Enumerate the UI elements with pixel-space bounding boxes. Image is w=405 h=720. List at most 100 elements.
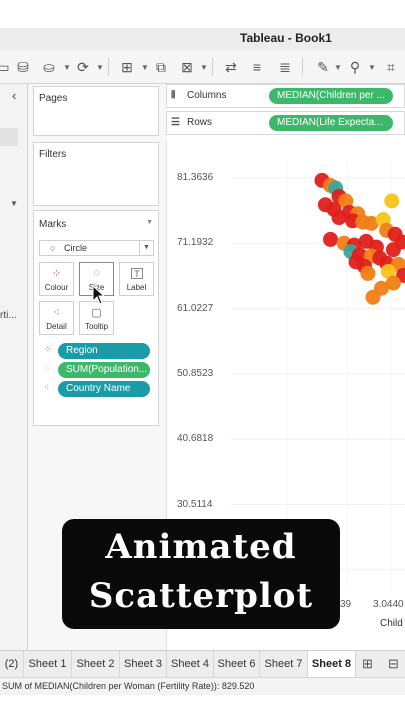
clear-sheet-icon[interactable]: ⊠ <box>178 58 196 76</box>
colour-dots-icon: ⁘ <box>51 268 62 280</box>
rows-shelf[interactable]: ☰ Rows MEDIAN(Life Expecta... <box>166 111 405 135</box>
chevron-down-icon[interactable]: ▼ <box>96 63 104 72</box>
chevron-down-icon[interactable]: ▼ <box>200 63 208 72</box>
tab-sheet-8[interactable]: Sheet 8 <box>308 651 356 677</box>
region-pill[interactable]: Region <box>58 343 150 359</box>
mark-type-label: Circle <box>64 243 88 253</box>
window-title: Tableau - Book1 <box>240 31 332 45</box>
rows-pill[interactable]: MEDIAN(Life Expecta... <box>269 115 393 131</box>
status-bar: SUM of MEDIAN(Children per Woman (Fertil… <box>0 677 405 695</box>
detail-button-label: Detail <box>46 322 67 331</box>
database-icon[interactable]: ⛁ <box>14 58 32 76</box>
chevron-down-icon[interactable]: ▼ <box>63 63 71 72</box>
data-point[interactable] <box>323 231 338 247</box>
data-pane: ‹ ▼ rti... <box>0 84 28 650</box>
toolbar-divider <box>212 58 213 76</box>
data-point[interactable] <box>360 265 376 281</box>
attachment-icon[interactable]: ⚲ <box>346 58 364 76</box>
chevron-down-icon[interactable]: ▼ <box>10 199 18 208</box>
toolbar-divider <box>108 58 109 76</box>
status-text: SUM of MEDIAN(Children per Woman (Fertil… <box>2 681 255 691</box>
columns-shelf-icon: ⦀ <box>171 90 176 101</box>
data-point[interactable] <box>331 210 347 226</box>
pages-card-title: Pages <box>39 93 68 104</box>
new-datasource-icon[interactable]: ▭ <box>0 58 12 76</box>
y-tick-label: 40.6818 <box>177 433 214 445</box>
circle-icon: ○ <box>50 243 56 253</box>
toolbar: ▭ ⛁ ⛀ ▼ ⟳ ▼ ⊞ ▼ ⧉ ⊠ ▼ ⇄ ≡ ≣ ✎ ▼ ⚲ ▼ ⌗ <box>0 50 405 84</box>
labels-icon[interactable]: ⌗ <box>382 58 400 76</box>
y-tick-label: 81.3636 <box>177 172 214 183</box>
filters-card[interactable]: Filters <box>33 142 159 206</box>
tooltip-button[interactable]: ▢ Tooltip <box>79 301 114 335</box>
chevron-down-icon[interactable]: ▼ <box>141 63 149 72</box>
tooltip-button-label: Tooltip <box>84 322 109 331</box>
size-icon: ◌ <box>93 267 100 279</box>
x-tick-label: 3.0440 <box>373 599 404 610</box>
swap-axes-icon[interactable]: ⇄ <box>222 58 240 76</box>
colour-button-label: Colour <box>44 283 69 292</box>
columns-pill[interactable]: MEDIAN(Children per ... <box>269 88 393 104</box>
extract-icon[interactable]: ⛀ <box>40 58 58 76</box>
refresh-icon[interactable]: ⟳ <box>74 58 92 76</box>
colour-dots-icon: ⁘ <box>44 344 52 354</box>
x-tick-label: 39 <box>340 599 352 610</box>
tab-sheet-3[interactable]: Sheet 3 <box>120 651 167 677</box>
mark-type-dropdown[interactable]: ○ Circle ▼ <box>39 240 154 256</box>
sort-descending-icon[interactable]: ≣ <box>276 58 294 76</box>
columns-shelf[interactable]: ⦀ Columns MEDIAN(Children per ... <box>166 84 405 108</box>
field-name-truncated[interactable]: rti... <box>0 310 17 321</box>
y-tick-label: 30.5114 <box>177 498 213 510</box>
toolbar-divider <box>302 58 303 76</box>
population-pill[interactable]: SUM(Population... <box>58 362 150 378</box>
marks-card-title: Marks <box>39 219 67 230</box>
mouse-cursor-icon <box>92 285 106 305</box>
tab-sheet[interactable]: (2) <box>0 651 24 677</box>
title-bar: Tableau - Book1 <box>0 28 405 50</box>
data-point[interactable] <box>365 289 381 305</box>
datasource-item[interactable] <box>0 128 18 146</box>
chevron-down-icon[interactable]: ▼ <box>139 241 153 255</box>
marks-card: Marks ▼ ○ Circle ▼ ⁘ Colour ◌ Size T Lab… <box>33 210 159 426</box>
detail-dots-icon: ⁖ <box>44 382 50 392</box>
y-tick-label: 50.8523 <box>177 367 214 379</box>
x-axis-title: Child <box>380 618 403 629</box>
columns-shelf-label: Columns <box>187 90 227 101</box>
tab-sheet-4[interactable]: Sheet 4 <box>167 651 214 677</box>
tab-sheet-6[interactable]: Sheet 6 <box>214 651 260 677</box>
caption-line-1: Animated <box>105 527 297 567</box>
size-icon: ◌ <box>44 363 50 373</box>
rows-shelf-label: Rows <box>187 117 213 128</box>
highlight-pen-icon[interactable]: ✎ <box>314 58 332 76</box>
data-point[interactable] <box>384 193 400 209</box>
tab-sheet-7[interactable]: Sheet 7 <box>260 651 308 677</box>
filters-card-title: Filters <box>39 149 67 160</box>
sheet-tabs: (2) Sheet 1 Sheet 2 Sheet 3 Sheet 4 Shee… <box>0 650 405 677</box>
duplicate-sheet-icon[interactable]: ⧉ <box>152 58 170 76</box>
collapse-chevron-icon[interactable]: ‹ <box>12 88 16 103</box>
sort-ascending-icon[interactable]: ≡ <box>248 58 266 76</box>
label-button-label: Label <box>126 283 147 292</box>
caption-overlay: Animated Scatterplot <box>62 519 340 629</box>
rows-shelf-icon: ☰ <box>171 117 180 128</box>
country-name-pill[interactable]: Country Name <box>58 381 150 397</box>
new-dashboard-icon[interactable]: ⊟ <box>388 656 399 672</box>
chevron-down-icon[interactable]: ▼ <box>334 63 342 72</box>
tab-sheet-2[interactable]: Sheet 2 <box>72 651 120 677</box>
chevron-down-icon[interactable]: ▼ <box>146 219 153 226</box>
chevron-down-icon[interactable]: ▼ <box>368 63 376 72</box>
label-button[interactable]: T Label <box>119 262 154 296</box>
detail-dots-icon: ⁖ <box>53 307 60 319</box>
new-worksheet-icon[interactable]: ⊞ <box>362 656 373 672</box>
y-tick-label: 71.1932 <box>177 237 214 249</box>
caption-line-2: Scatterplot <box>88 576 314 616</box>
y-tick-label: 61.0227 <box>177 302 214 314</box>
text-label-icon: T <box>131 268 143 279</box>
pages-card[interactable]: Pages <box>33 86 159 136</box>
new-worksheet-icon[interactable]: ⊞ <box>118 58 136 76</box>
colour-button[interactable]: ⁘ Colour <box>39 262 74 296</box>
tooltip-icon: ▢ <box>91 307 102 319</box>
tab-sheet-1[interactable]: Sheet 1 <box>24 651 72 677</box>
detail-button[interactable]: ⁖ Detail <box>39 301 74 335</box>
data-point[interactable] <box>385 275 401 291</box>
